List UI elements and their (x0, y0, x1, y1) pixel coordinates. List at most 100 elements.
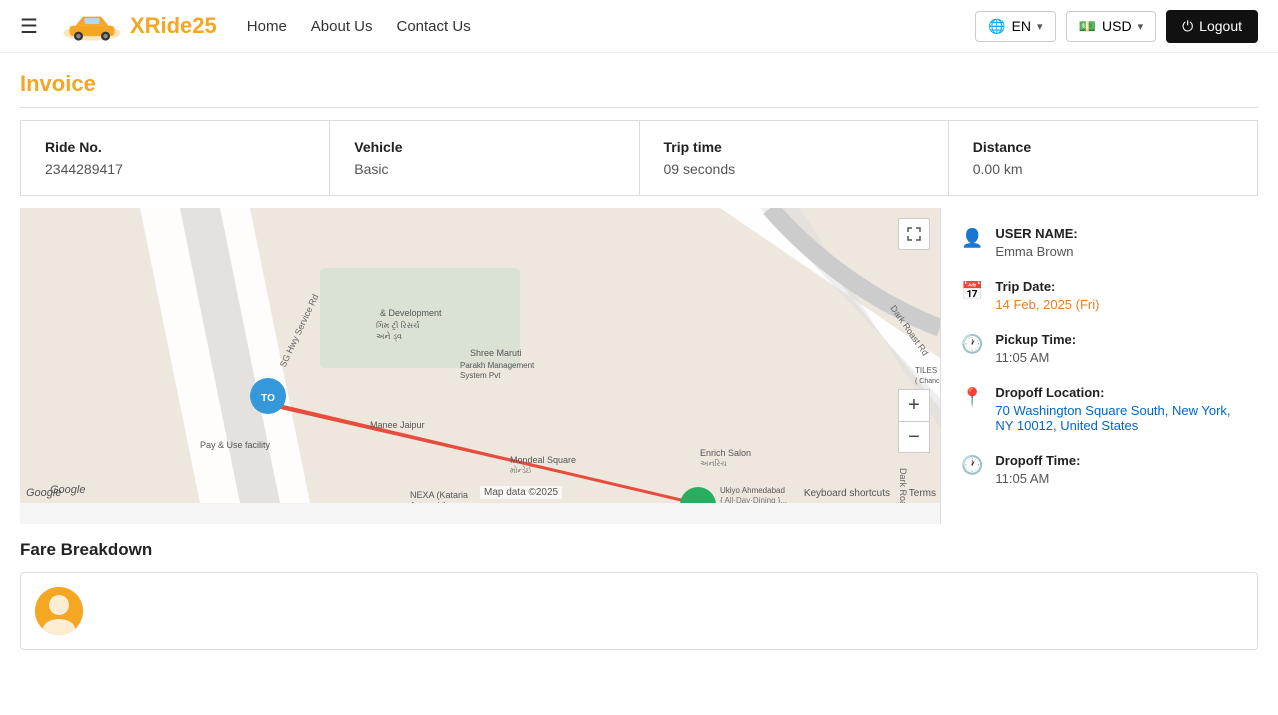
lang-globe-icon: 🌐 (988, 18, 1005, 35)
avatar-svg (35, 587, 83, 635)
hamburger-menu[interactable]: ☰ (20, 14, 38, 39)
svg-text:મોન્ડેઈ: મોન્ડેઈ (510, 465, 533, 475)
trip-date-content: Trip Date: 14 Feb, 2025 (Fri) (995, 279, 1099, 312)
stat-ride-no: Ride No. 2344289417 (21, 121, 330, 195)
page-title: Invoice (20, 53, 1258, 107)
stat-trip-label: Trip time (664, 139, 924, 155)
dropoff-time-value: 11:05 AM (995, 471, 1080, 486)
fullscreen-icon (907, 227, 921, 241)
language-selector[interactable]: 🌐 EN ▾ (975, 11, 1055, 42)
username-content: USER NAME: Emma Brown (995, 226, 1077, 259)
svg-text:( Chanchi: ( Chanchi (915, 378, 940, 385)
info-sidebar: 👤 USER NAME: Emma Brown 📅 Trip Date: 14 … (940, 208, 1258, 524)
currency-chevron-icon: ▾ (1138, 20, 1144, 33)
dropoff-location-row: 📍 Dropoff Location: 70 Washington Square… (961, 385, 1238, 433)
map-terms: Terms (909, 488, 936, 499)
pickup-clock-icon: 🕐 (961, 334, 983, 355)
stats-table: Ride No. 2344289417 Vehicle Basic Trip t… (20, 120, 1258, 196)
dropoff-location-label: Dropoff Location: (995, 385, 1238, 400)
google-logo: Google (26, 487, 61, 499)
map-section: TO FR 147 & Development ગિમ ટ્રી રિસર્ચ … (20, 208, 1258, 524)
dropoff-location-content: Dropoff Location: 70 Washington Square S… (995, 385, 1238, 433)
svg-text:Enrich Salon: Enrich Salon (700, 448, 751, 458)
brand-car-icon (62, 8, 122, 44)
svg-text:TILES: TILES (915, 366, 937, 375)
svg-text:FR: FR (691, 502, 705, 503)
svg-text:Mondeal Square: Mondeal Square (510, 455, 576, 465)
svg-text:System Pvt: System Pvt (460, 371, 501, 380)
divider (20, 107, 1258, 108)
dropoff-clock-icon: 🕐 (961, 455, 983, 476)
person-icon: 👤 (961, 228, 983, 249)
dropoff-location-value: 70 Washington Square South, New York, NY… (995, 403, 1238, 433)
svg-text:Automobiles...: Automobiles... (410, 501, 461, 503)
stat-distance-label: Distance (973, 139, 1233, 155)
svg-text:Dark Roas: Dark Roas (898, 468, 908, 503)
nav-about[interactable]: About Us (311, 18, 373, 35)
dropoff-time-label: Dropoff Time: (995, 453, 1080, 468)
svg-text:Shree Maruti: Shree Maruti (470, 348, 522, 358)
currency-selector[interactable]: 💵 USD ▾ (1066, 11, 1157, 42)
dropoff-time-row: 🕐 Dropoff Time: 11:05 AM (961, 453, 1238, 486)
fare-section: Fare Breakdown (20, 540, 1258, 650)
fare-avatar (35, 587, 83, 635)
logout-button[interactable]: ⏻ Logout (1166, 10, 1258, 43)
dropoff-time-content: Dropoff Time: 11:05 AM (995, 453, 1080, 486)
nav-links: Home About Us Contact Us (247, 18, 955, 35)
svg-text:Parakh Management: Parakh Management (460, 361, 535, 370)
zoom-out-button[interactable]: − (898, 421, 930, 453)
svg-text:TO: TO (261, 393, 275, 404)
username-row: 👤 USER NAME: Emma Brown (961, 226, 1238, 259)
stat-trip-value: 09 seconds (664, 161, 924, 177)
username-value: Emma Brown (995, 244, 1077, 259)
stat-ride-value: 2344289417 (45, 161, 305, 177)
stat-distance-value: 0.00 km (973, 161, 1233, 177)
power-icon: ⏻ (1182, 18, 1193, 35)
lang-value: EN (1012, 18, 1031, 34)
svg-text:અનરિચ: અનરિચ (700, 458, 727, 468)
stat-ride-label: Ride No. (45, 139, 305, 155)
fare-title: Fare Breakdown (20, 540, 1258, 560)
svg-text:Ukiyo Ahmedabad: Ukiyo Ahmedabad (720, 486, 785, 495)
navbar-right: 🌐 EN ▾ 💵 USD ▾ ⏻ Logout (975, 10, 1258, 43)
nav-contact[interactable]: Contact Us (397, 18, 471, 35)
stat-vehicle-value: Basic (354, 161, 614, 177)
svg-text:Manee Jaipur: Manee Jaipur (370, 420, 425, 430)
currency-value: USD (1102, 18, 1132, 34)
svg-text:Pay & Use facility: Pay & Use facility (200, 440, 271, 450)
nav-home[interactable]: Home (247, 18, 287, 35)
pickup-time-content: Pickup Time: 11:05 AM (995, 332, 1076, 365)
stat-vehicle: Vehicle Basic (330, 121, 639, 195)
stat-vehicle-label: Vehicle (354, 139, 614, 155)
map-attribution: Map data ©2025 (480, 486, 562, 499)
calendar-icon: 📅 (961, 281, 983, 302)
trip-date-label: Trip Date: (995, 279, 1099, 294)
trip-date-value: 14 Feb, 2025 (Fri) (995, 297, 1099, 312)
lang-chevron-icon: ▾ (1037, 20, 1043, 33)
username-label: USER NAME: (995, 226, 1077, 241)
pickup-time-row: 🕐 Pickup Time: 11:05 AM (961, 332, 1238, 365)
svg-text:ગિમ ટ્રી રિસર્ચ: ગિમ ટ્રી રિસર્ચ (376, 320, 420, 331)
stat-distance: Distance 0.00 km (949, 121, 1257, 195)
pickup-time-label: Pickup Time: (995, 332, 1076, 347)
zoom-in-button[interactable]: + (898, 389, 930, 421)
svg-text:{ All·Day·Dining }...: { All·Day·Dining }... (720, 496, 787, 503)
svg-text:અને ડ્વ: અને ડ્વ (376, 331, 402, 341)
map-zoom-controls: + − (898, 389, 930, 453)
currency-flag-icon: 💵 (1079, 18, 1096, 35)
keyboard-shortcuts: Keyboard shortcuts (804, 488, 890, 499)
brand-text: XRide25 (130, 13, 217, 39)
trip-date-row: 📅 Trip Date: 14 Feb, 2025 (Fri) (961, 279, 1238, 312)
map-fullscreen-button[interactable] (898, 218, 930, 250)
navbar: ☰ XRide25 Home About Us Contact Us 🌐 EN … (0, 0, 1278, 53)
brand-logo-link[interactable]: XRide25 (62, 8, 217, 44)
logout-label: Logout (1199, 18, 1242, 34)
map-container: TO FR 147 & Development ગિમ ટ્રી રિસર્ચ … (20, 208, 940, 503)
page-content: Invoice Ride No. 2344289417 Vehicle Basi… (0, 53, 1278, 670)
svg-text:& Development: & Development (380, 308, 442, 318)
pickup-time-value: 11:05 AM (995, 350, 1076, 365)
location-pin-icon: 📍 (961, 387, 983, 408)
stat-trip-time: Trip time 09 seconds (640, 121, 949, 195)
fare-card (20, 572, 1258, 650)
map-svg: TO FR 147 & Development ગિમ ટ્રી રિસર્ચ … (20, 208, 940, 503)
